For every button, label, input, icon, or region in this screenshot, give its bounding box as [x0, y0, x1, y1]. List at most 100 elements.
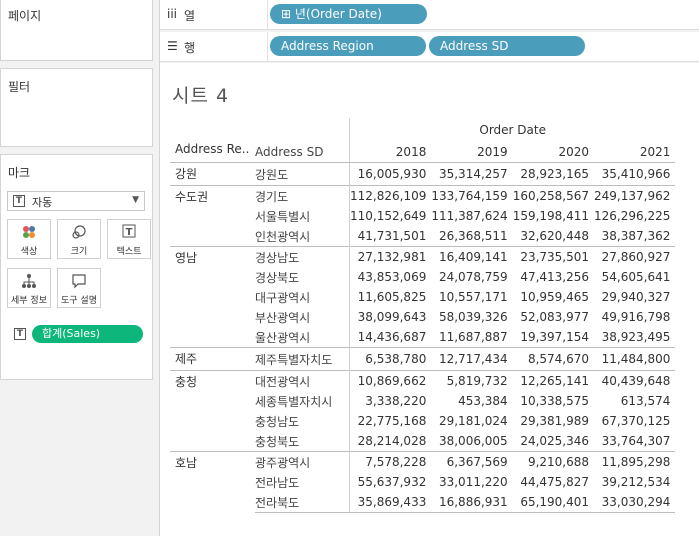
- region-cell[interactable]: 제주: [170, 347, 255, 371]
- sales-value-cell[interactable]: 33,030,294: [594, 492, 676, 513]
- order-date-header[interactable]: Order Date: [349, 118, 676, 142]
- sales-value-cell[interactable]: 44,475,827: [513, 472, 594, 492]
- sales-value-cell[interactable]: 24,025,346: [513, 431, 594, 452]
- year-header[interactable]: 2019: [431, 142, 513, 163]
- sales-value-cell[interactable]: 40,439,648: [594, 370, 676, 391]
- sd-cell[interactable]: 부산광역시: [255, 307, 350, 327]
- sales-value-cell[interactable]: 14,436,687: [349, 327, 432, 348]
- sales-value-cell[interactable]: 10,557,171: [431, 287, 512, 307]
- sales-value-cell[interactable]: 110,152,649: [349, 206, 432, 226]
- sales-value-cell[interactable]: 26,368,511: [431, 226, 512, 247]
- order-date-year-pill[interactable]: ⊞ 년(Order Date): [270, 4, 427, 24]
- sales-value-cell[interactable]: 35,869,433: [349, 492, 432, 513]
- sales-value-cell[interactable]: 11,484,800: [594, 347, 676, 371]
- sales-value-cell[interactable]: 10,959,465: [513, 287, 594, 307]
- sales-value-cell[interactable]: 7,578,228: [349, 451, 432, 472]
- region-cell[interactable]: 강원: [170, 163, 255, 186]
- sales-value-cell[interactable]: 159,198,411: [513, 206, 594, 226]
- sales-value-cell[interactable]: 12,265,141: [512, 370, 595, 391]
- detail-button[interactable]: 세부 정보: [7, 268, 51, 308]
- year-header[interactable]: 2018: [349, 142, 432, 163]
- sales-value-cell[interactable]: 453,384: [431, 391, 512, 411]
- sd-cell[interactable]: 대전광역시: [255, 370, 350, 391]
- color-button[interactable]: 색상: [7, 219, 51, 259]
- sd-cell[interactable]: 제주특별자치도: [255, 347, 350, 371]
- sales-value-cell[interactable]: 32,620,448: [513, 226, 594, 247]
- sales-value-cell[interactable]: 16,409,141: [431, 246, 513, 267]
- region-cell[interactable]: 충청: [170, 370, 255, 452]
- sd-cell[interactable]: 대구광역시: [255, 287, 350, 307]
- sales-value-cell[interactable]: 27,132,981: [349, 246, 432, 267]
- sd-cell[interactable]: 경상남도: [255, 246, 350, 267]
- sales-value-cell[interactable]: 52,083,977: [513, 307, 594, 327]
- sd-cell[interactable]: 세종특별자치시: [255, 391, 350, 411]
- sales-value-cell[interactable]: 111,387,624: [431, 206, 512, 226]
- sales-value-cell[interactable]: 11,605,825: [349, 287, 432, 307]
- sales-measure-pill[interactable]: 합계(Sales): [32, 325, 143, 343]
- sales-value-cell[interactable]: 28,214,028: [349, 431, 432, 452]
- region-cell[interactable]: 영남: [170, 246, 255, 348]
- sales-value-cell[interactable]: 58,039,326: [431, 307, 512, 327]
- sales-value-cell[interactable]: 67,370,125: [594, 411, 675, 431]
- address-sd-pill[interactable]: Address SD: [429, 36, 585, 56]
- sales-value-cell[interactable]: 10,338,575: [513, 391, 594, 411]
- sales-value-cell[interactable]: 39,212,534: [594, 472, 675, 492]
- sales-value-cell[interactable]: 55,637,932: [349, 472, 432, 492]
- sales-value-cell[interactable]: 54,605,641: [594, 267, 675, 287]
- sales-value-cell[interactable]: 65,190,401: [512, 492, 595, 513]
- sales-value-cell[interactable]: 249,137,962: [594, 185, 676, 206]
- sd-cell[interactable]: 서울특별시: [255, 206, 350, 226]
- region-column-header[interactable]: Address Re..: [170, 142, 255, 163]
- sales-value-cell[interactable]: 10,869,662: [349, 370, 432, 391]
- sales-value-cell[interactable]: 33,764,307: [594, 431, 675, 452]
- sales-value-cell[interactable]: 23,735,501: [512, 246, 595, 267]
- mark-type-dropdown[interactable]: T 자동 ▼: [7, 191, 145, 211]
- sales-value-cell[interactable]: 38,387,362: [594, 226, 675, 247]
- sales-value-cell[interactable]: 160,258,567: [512, 185, 595, 206]
- sales-value-cell[interactable]: 16,005,930: [349, 162, 432, 186]
- sales-value-cell[interactable]: 6,538,780: [349, 347, 432, 371]
- sales-value-cell[interactable]: 11,687,887: [431, 327, 512, 348]
- sd-cell[interactable]: 충청북도: [255, 431, 350, 452]
- sales-value-cell[interactable]: 11,895,298: [594, 451, 676, 472]
- text-button[interactable]: T 텍스트: [107, 219, 151, 259]
- sales-value-cell[interactable]: 6,367,569: [431, 451, 513, 472]
- sales-value-cell[interactable]: 35,410,966: [594, 163, 675, 186]
- sales-value-cell[interactable]: 38,099,643: [349, 307, 432, 327]
- sales-value-cell[interactable]: 29,381,989: [513, 411, 594, 431]
- sales-value-cell[interactable]: 41,731,501: [349, 226, 432, 247]
- sd-cell[interactable]: 강원도: [255, 163, 350, 186]
- sales-value-cell[interactable]: 27,860,927: [594, 246, 676, 267]
- sales-value-cell[interactable]: 43,853,069: [349, 267, 432, 287]
- sd-cell[interactable]: 전라남도: [255, 472, 350, 492]
- sd-cell[interactable]: 광주광역시: [255, 451, 350, 472]
- sd-cell[interactable]: 경상북도: [255, 267, 350, 287]
- sales-value-cell[interactable]: 12,717,434: [431, 347, 513, 371]
- sales-value-cell[interactable]: 3,338,220: [349, 391, 432, 411]
- sales-value-cell[interactable]: 29,181,024: [431, 411, 512, 431]
- sales-value-cell[interactable]: 5,819,732: [431, 370, 513, 391]
- filters-card[interactable]: 필터: [0, 68, 153, 147]
- sales-value-cell[interactable]: 29,940,327: [594, 287, 675, 307]
- sd-cell[interactable]: 경기도: [255, 185, 350, 206]
- sales-value-cell[interactable]: 8,574,670: [512, 347, 595, 371]
- sales-value-cell[interactable]: 133,764,159: [431, 185, 513, 206]
- sales-value-cell[interactable]: 22,775,168: [349, 411, 432, 431]
- sales-value-cell[interactable]: 613,574: [594, 391, 675, 411]
- sd-cell[interactable]: 전라북도: [255, 492, 350, 513]
- sales-value-cell[interactable]: 16,886,931: [431, 492, 513, 513]
- sd-cell[interactable]: 인천광역시: [255, 226, 350, 247]
- sales-value-cell[interactable]: 38,923,495: [594, 327, 675, 348]
- year-header[interactable]: 2020: [512, 142, 595, 163]
- sales-value-cell[interactable]: 47,413,256: [513, 267, 594, 287]
- region-cell[interactable]: 수도권: [170, 185, 255, 247]
- sales-value-cell[interactable]: 33,011,220: [431, 472, 512, 492]
- sales-value-cell[interactable]: 9,210,688: [512, 451, 595, 472]
- sales-value-cell[interactable]: 126,296,225: [594, 206, 675, 226]
- tooltip-button[interactable]: 도구 설명: [57, 268, 101, 308]
- region-cell[interactable]: 호남: [170, 451, 255, 513]
- sd-column-header[interactable]: Address SD: [255, 142, 350, 163]
- sales-value-cell[interactable]: 112,826,109: [349, 185, 432, 206]
- sales-value-cell[interactable]: 28,923,165: [513, 163, 594, 186]
- sales-value-cell[interactable]: 35,314,257: [431, 163, 512, 186]
